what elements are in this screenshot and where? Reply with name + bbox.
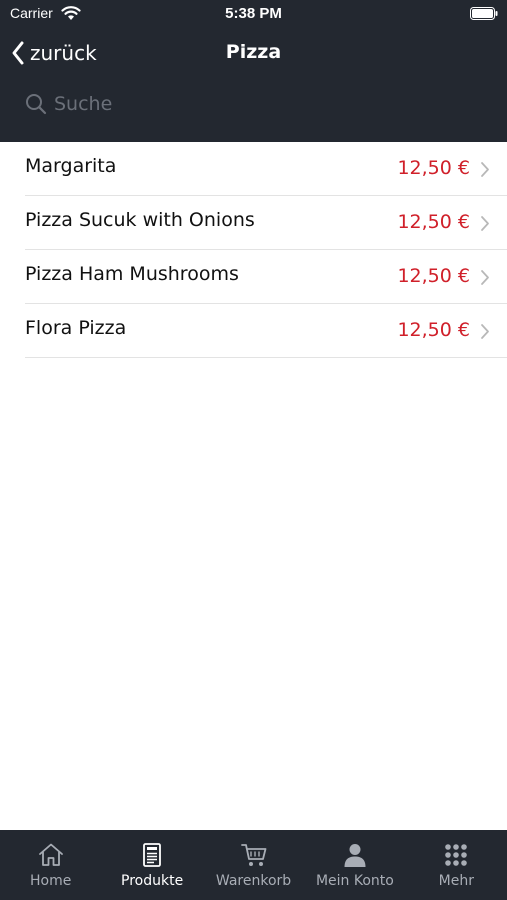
product-name: Margarita (25, 155, 117, 177)
product-price: 12,50 € (397, 211, 470, 233)
tab-label: Mehr (438, 873, 474, 889)
person-icon (344, 844, 366, 867)
tab-home[interactable]: Home (0, 830, 101, 900)
product-name: Pizza Sucuk with Onions (25, 209, 255, 231)
product-row[interactable]: Pizza Sucuk with Onions 12,50 € (25, 196, 507, 250)
tab-mehr[interactable]: Mehr (406, 830, 507, 900)
nav-bar: zurück Pizza (0, 30, 507, 76)
home-icon (38, 843, 63, 866)
product-row[interactable]: Flora Pizza 12,50 € (25, 304, 507, 358)
tab-label: Mein Konto (315, 873, 394, 889)
tab-label: Warenkorb (215, 873, 292, 889)
grid-dots-icon (445, 844, 468, 866)
tab-bar: Home Produkte Warenkorb Mein Konto Mehr (0, 830, 507, 900)
product-price: 12,50 € (397, 157, 470, 179)
chevron-right-icon (481, 216, 489, 231)
product-list: Margarita 12,50 € Pizza Sucuk with Onion… (0, 142, 507, 358)
product-price: 12,50 € (397, 265, 470, 287)
status-bar: Carrier 5:38 PM (0, 0, 507, 28)
header: Carrier 5:38 PM zurück Pizza Suche (0, 0, 507, 142)
chevron-right-icon (481, 324, 489, 339)
product-row[interactable]: Pizza Ham Mushrooms 12,50 € (25, 250, 507, 304)
product-name: Pizza Ham Mushrooms (25, 263, 239, 285)
clock: 5:38 PM (225, 5, 282, 22)
tab-warenkorb[interactable]: Warenkorb (203, 830, 304, 900)
tab-produkte[interactable]: Produkte (101, 830, 202, 900)
search-icon (26, 94, 47, 115)
search-placeholder: Suche (54, 93, 113, 115)
tab-mein-konto[interactable]: Mein Konto (304, 830, 405, 900)
cart-icon (240, 844, 266, 866)
product-name: Flora Pizza (25, 317, 127, 339)
product-price: 12,50 € (397, 319, 470, 341)
tab-label: Home (30, 873, 72, 889)
menu-card-icon (143, 843, 162, 867)
search-input[interactable]: Suche (24, 88, 484, 120)
battery-icon (470, 7, 498, 20)
chevron-right-icon (481, 162, 489, 177)
chevron-right-icon (481, 270, 489, 285)
tab-label: Produkte (121, 873, 184, 889)
page-title: Pizza (225, 41, 282, 63)
product-row[interactable]: Margarita 12,50 € (25, 142, 507, 196)
